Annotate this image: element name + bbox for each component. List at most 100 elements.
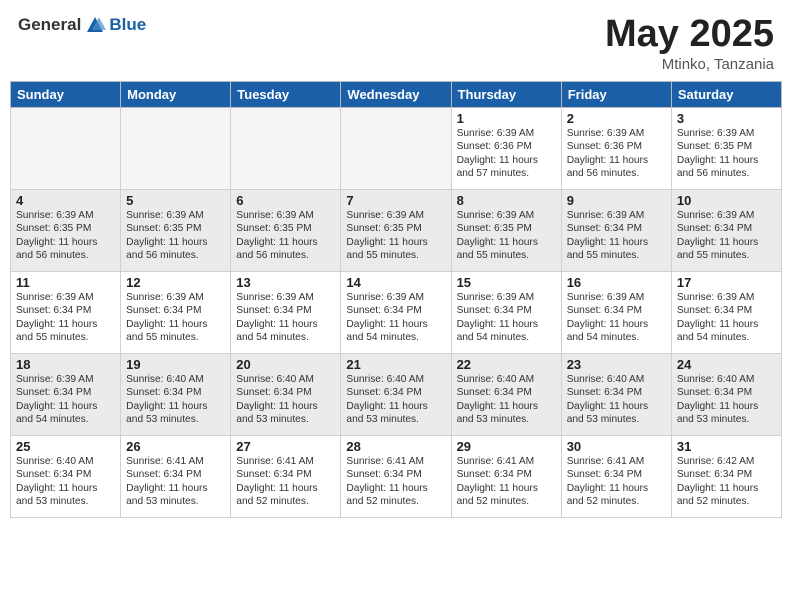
cell-info: Sunset: 6:35 PM	[346, 222, 445, 235]
cell-info: Daylight: 11 hours	[236, 482, 335, 495]
cell-info: Sunrise: 6:41 AM	[126, 455, 225, 468]
cell-info: Sunrise: 6:39 AM	[677, 209, 776, 222]
cell-info: and 54 minutes.	[16, 413, 115, 426]
cell-info: Sunset: 6:34 PM	[16, 304, 115, 317]
cell-info: Sunset: 6:34 PM	[457, 304, 556, 317]
cell-info: Sunset: 6:34 PM	[567, 386, 666, 399]
cell-info: and 52 minutes.	[677, 495, 776, 508]
calendar-week-row: 1Sunrise: 6:39 AMSunset: 6:36 PMDaylight…	[11, 107, 782, 189]
cell-info: and 55 minutes.	[346, 249, 445, 262]
day-number: 3	[677, 111, 776, 126]
cell-info: Daylight: 11 hours	[677, 154, 776, 167]
calendar-cell	[231, 107, 341, 189]
title-block: May 2025 Mtinko, Tanzania	[605, 14, 774, 73]
day-number: 16	[567, 275, 666, 290]
day-number: 20	[236, 357, 335, 372]
cell-info: Sunset: 6:36 PM	[457, 140, 556, 153]
cell-info: and 52 minutes.	[236, 495, 335, 508]
cell-info: and 56 minutes.	[126, 249, 225, 262]
calendar-cell: 18Sunrise: 6:39 AMSunset: 6:34 PMDayligh…	[11, 353, 121, 435]
calendar-cell: 6Sunrise: 6:39 AMSunset: 6:35 PMDaylight…	[231, 189, 341, 271]
cell-info: Daylight: 11 hours	[16, 400, 115, 413]
cell-info: Sunset: 6:35 PM	[16, 222, 115, 235]
day-number: 30	[567, 439, 666, 454]
header-wednesday: Wednesday	[341, 81, 451, 107]
day-number: 17	[677, 275, 776, 290]
day-number: 27	[236, 439, 335, 454]
cell-info: Daylight: 11 hours	[236, 400, 335, 413]
calendar-table: Sunday Monday Tuesday Wednesday Thursday…	[10, 81, 782, 518]
logo-general-text: General	[18, 15, 81, 35]
cell-info: Daylight: 11 hours	[457, 236, 556, 249]
cell-info: Sunset: 6:34 PM	[346, 468, 445, 481]
day-number: 24	[677, 357, 776, 372]
cell-info: Sunset: 6:34 PM	[677, 386, 776, 399]
cell-info: Sunrise: 6:39 AM	[567, 209, 666, 222]
cell-info: Sunrise: 6:39 AM	[126, 209, 225, 222]
cell-info: Sunrise: 6:39 AM	[677, 127, 776, 140]
cell-info: Daylight: 11 hours	[457, 400, 556, 413]
day-number: 22	[457, 357, 556, 372]
cell-info: and 53 minutes.	[457, 413, 556, 426]
day-number: 28	[346, 439, 445, 454]
cell-info: and 53 minutes.	[16, 495, 115, 508]
cell-info: Sunset: 6:34 PM	[677, 468, 776, 481]
calendar-cell: 11Sunrise: 6:39 AMSunset: 6:34 PMDayligh…	[11, 271, 121, 353]
calendar-title: May 2025	[605, 14, 774, 56]
calendar-cell: 1Sunrise: 6:39 AMSunset: 6:36 PMDaylight…	[451, 107, 561, 189]
cell-info: and 54 minutes.	[457, 331, 556, 344]
cell-info: and 55 minutes.	[567, 249, 666, 262]
cell-info: and 53 minutes.	[126, 413, 225, 426]
cell-info: Daylight: 11 hours	[567, 482, 666, 495]
cell-info: and 54 minutes.	[236, 331, 335, 344]
cell-info: Daylight: 11 hours	[677, 318, 776, 331]
cell-info: Daylight: 11 hours	[346, 236, 445, 249]
cell-info: Sunset: 6:34 PM	[126, 386, 225, 399]
cell-info: Daylight: 11 hours	[567, 400, 666, 413]
cell-info: Sunrise: 6:41 AM	[346, 455, 445, 468]
calendar-week-row: 11Sunrise: 6:39 AMSunset: 6:34 PMDayligh…	[11, 271, 782, 353]
cell-info: Daylight: 11 hours	[16, 482, 115, 495]
calendar-cell: 9Sunrise: 6:39 AMSunset: 6:34 PMDaylight…	[561, 189, 671, 271]
calendar-week-row: 4Sunrise: 6:39 AMSunset: 6:35 PMDaylight…	[11, 189, 782, 271]
day-number: 1	[457, 111, 556, 126]
calendar-cell: 21Sunrise: 6:40 AMSunset: 6:34 PMDayligh…	[341, 353, 451, 435]
cell-info: Daylight: 11 hours	[567, 318, 666, 331]
cell-info: Sunset: 6:34 PM	[236, 468, 335, 481]
day-number: 4	[16, 193, 115, 208]
cell-info: Daylight: 11 hours	[567, 236, 666, 249]
calendar-cell: 31Sunrise: 6:42 AMSunset: 6:34 PMDayligh…	[671, 435, 781, 517]
cell-info: and 56 minutes.	[677, 167, 776, 180]
calendar-cell: 22Sunrise: 6:40 AMSunset: 6:34 PMDayligh…	[451, 353, 561, 435]
cell-info: Sunrise: 6:39 AM	[457, 127, 556, 140]
day-number: 23	[567, 357, 666, 372]
day-number: 26	[126, 439, 225, 454]
cell-info: Sunset: 6:34 PM	[567, 222, 666, 235]
cell-info: Sunrise: 6:39 AM	[126, 291, 225, 304]
calendar-cell: 19Sunrise: 6:40 AMSunset: 6:34 PMDayligh…	[121, 353, 231, 435]
day-number: 2	[567, 111, 666, 126]
cell-info: Sunset: 6:35 PM	[236, 222, 335, 235]
header-sunday: Sunday	[11, 81, 121, 107]
cell-info: Sunset: 6:34 PM	[677, 222, 776, 235]
cell-info: Daylight: 11 hours	[567, 154, 666, 167]
cell-info: Sunrise: 6:41 AM	[567, 455, 666, 468]
cell-info: and 52 minutes.	[457, 495, 556, 508]
header-thursday: Thursday	[451, 81, 561, 107]
cell-info: and 53 minutes.	[677, 413, 776, 426]
cell-info: Sunrise: 6:39 AM	[677, 291, 776, 304]
cell-info: Sunset: 6:34 PM	[126, 304, 225, 317]
day-number: 5	[126, 193, 225, 208]
cell-info: Daylight: 11 hours	[236, 318, 335, 331]
day-number: 12	[126, 275, 225, 290]
cell-info: Daylight: 11 hours	[457, 154, 556, 167]
calendar-cell: 30Sunrise: 6:41 AMSunset: 6:34 PMDayligh…	[561, 435, 671, 517]
calendar-cell	[341, 107, 451, 189]
calendar-cell: 8Sunrise: 6:39 AMSunset: 6:35 PMDaylight…	[451, 189, 561, 271]
day-number: 31	[677, 439, 776, 454]
cell-info: Sunset: 6:34 PM	[236, 304, 335, 317]
cell-info: Daylight: 11 hours	[126, 482, 225, 495]
header-friday: Friday	[561, 81, 671, 107]
cell-info: Daylight: 11 hours	[126, 236, 225, 249]
day-number: 9	[567, 193, 666, 208]
